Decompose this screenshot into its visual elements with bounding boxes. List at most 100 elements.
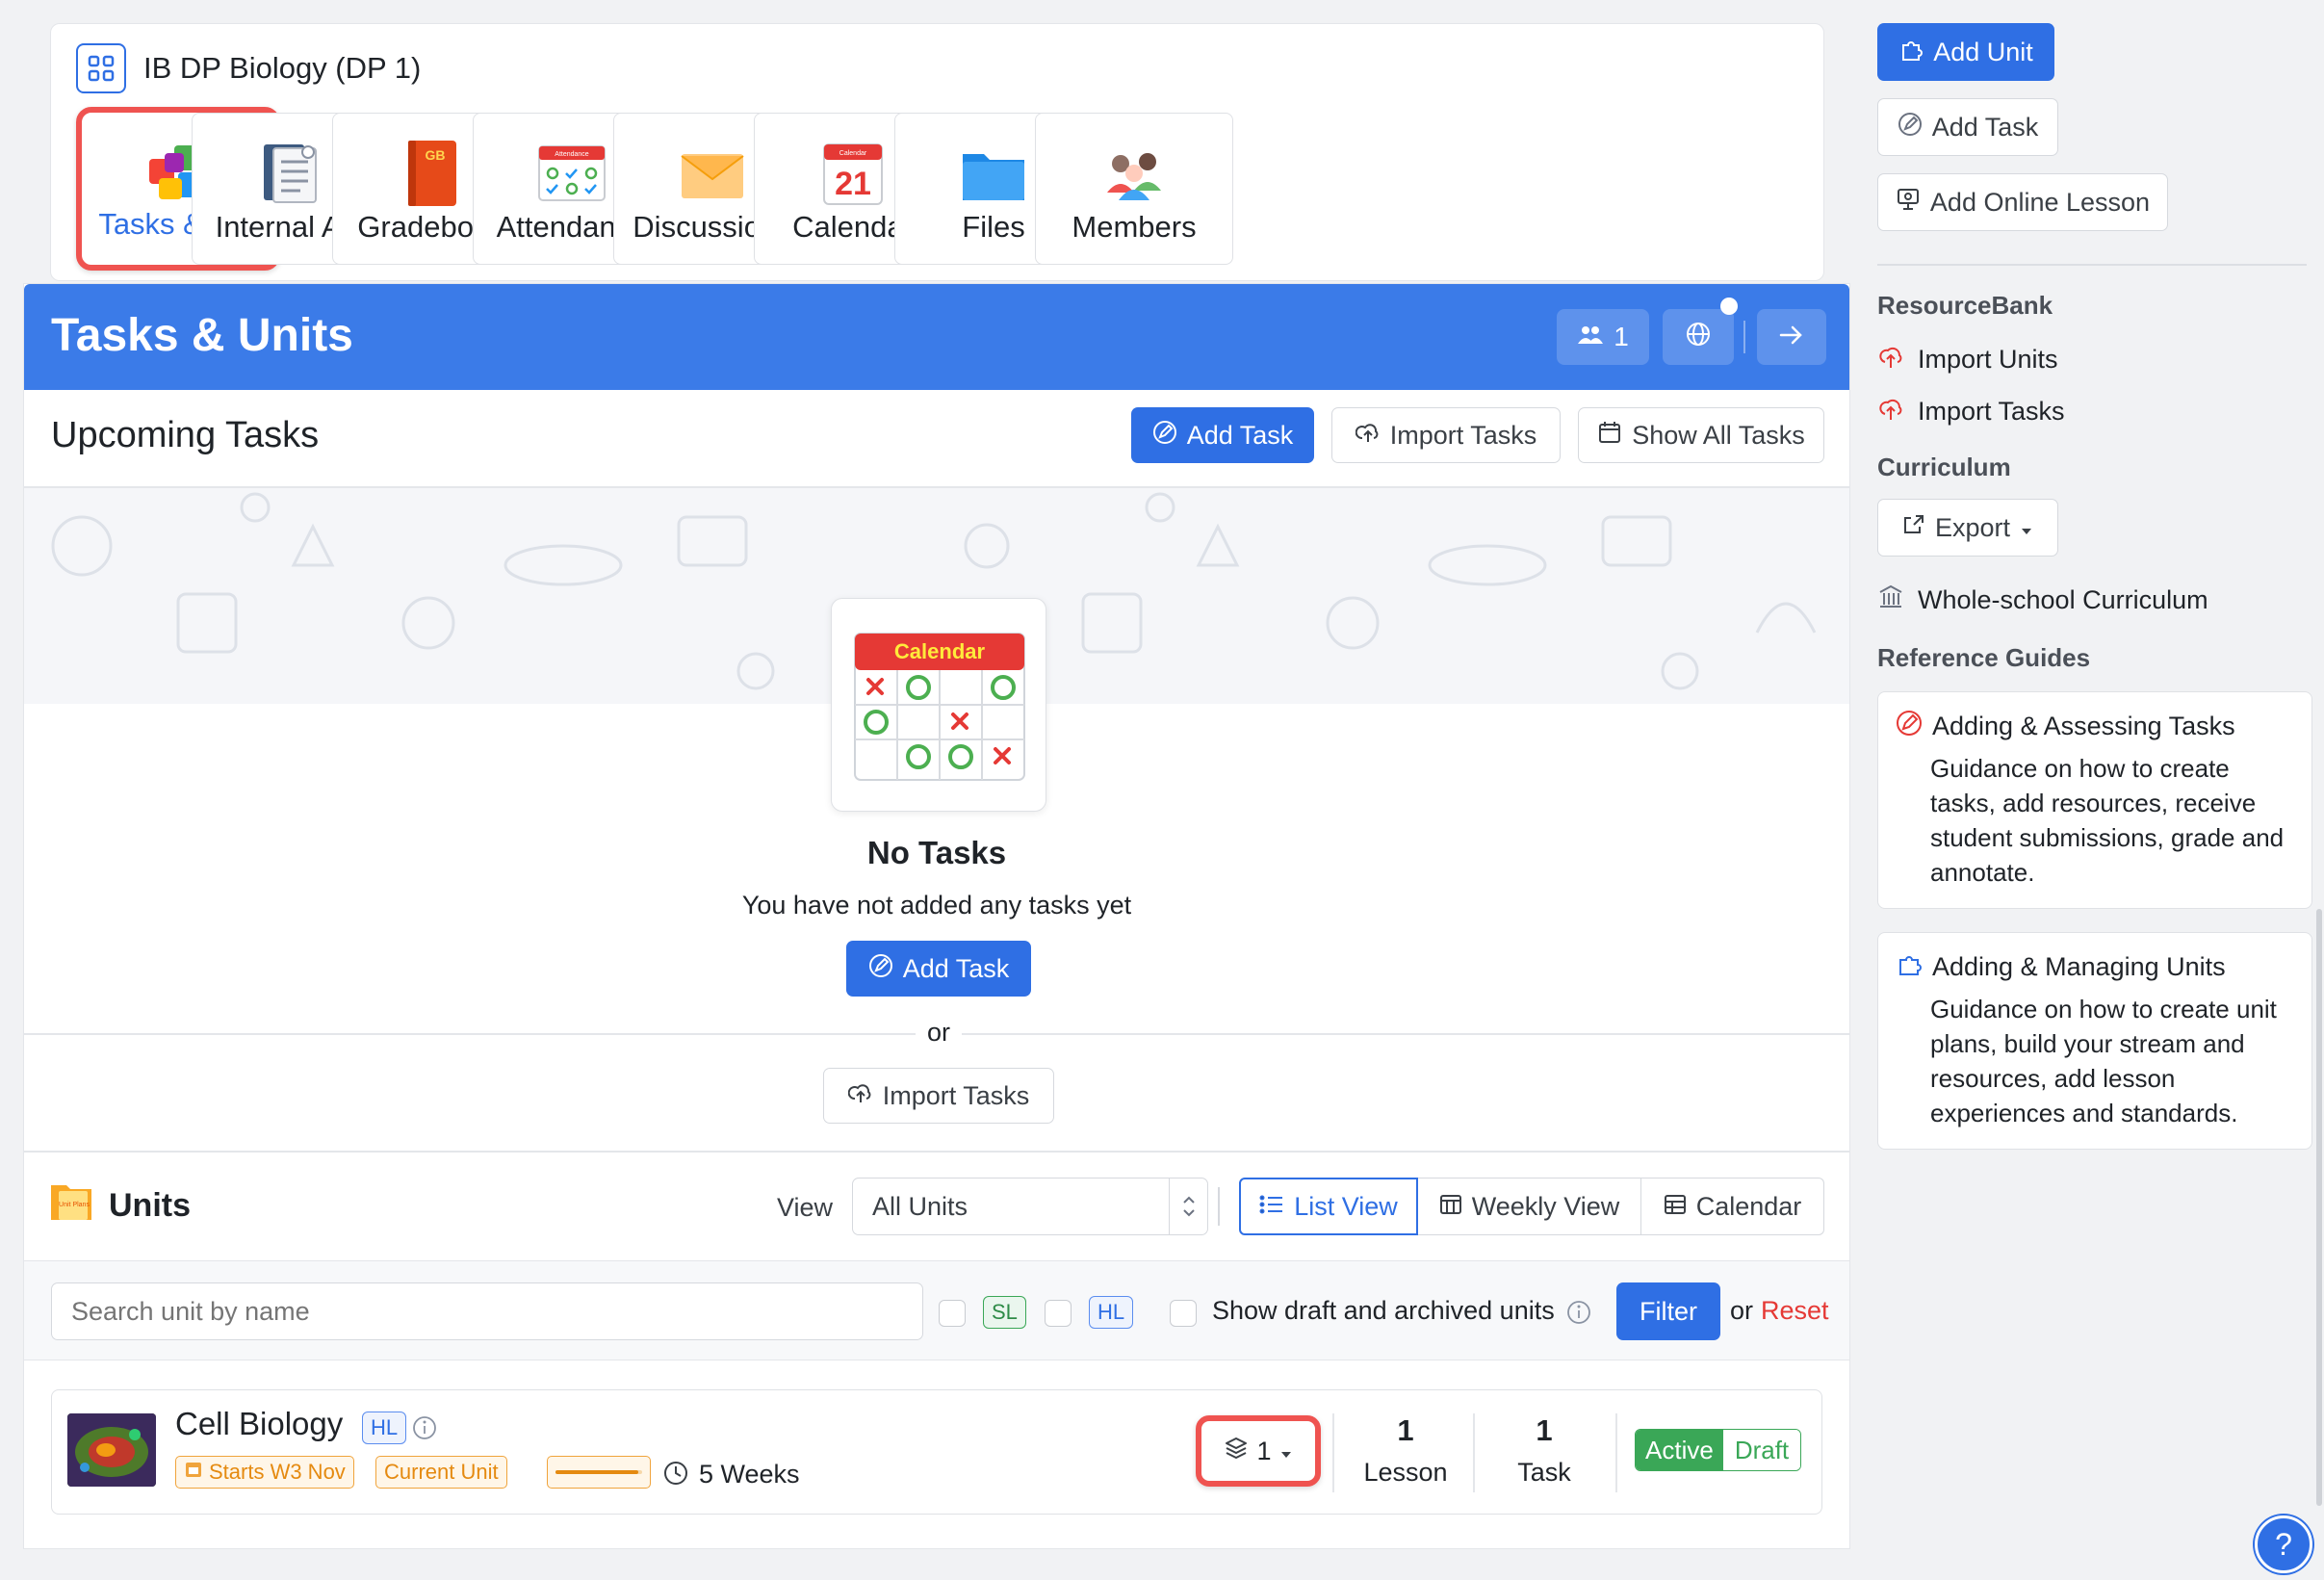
sl-checkbox[interactable] <box>939 1300 966 1327</box>
presentation-icon <box>1896 187 1921 219</box>
info-icon[interactable] <box>1566 1300 1591 1330</box>
clock-icon <box>662 1460 689 1491</box>
import-tasks-button[interactable]: Import Tasks <box>1331 407 1561 463</box>
state-draft[interactable]: Draft <box>1722 1430 1801 1470</box>
empty-calendar-icon: Calendar <box>854 633 1025 781</box>
tasks-label: Task <box>1517 1458 1571 1487</box>
guide-description: Guidance on how to create tasks, add res… <box>1930 754 2285 887</box>
export-dropdown[interactable]: Export <box>1877 499 2058 557</box>
puzzle-outline-icon <box>1896 950 1923 984</box>
stat-divider <box>1332 1413 1334 1492</box>
banner-divider <box>1743 321 1745 353</box>
expand-button[interactable] <box>1757 309 1826 365</box>
view-divider <box>1218 1187 1220 1226</box>
empty-add-task-button[interactable]: Add Task <box>846 941 1031 997</box>
lessons-stat[interactable]: 1 Lesson <box>1338 1413 1473 1488</box>
unit-name[interactable]: Cell Biology <box>175 1406 343 1442</box>
unit-progress-fill <box>555 1470 638 1474</box>
cloud-upload-icon <box>1877 343 1904 376</box>
calendar-view-button[interactable]: Calendar <box>1641 1178 1824 1235</box>
guide-title: Adding & Assessing Tasks <box>1932 712 2235 740</box>
import-units-link[interactable]: Import Units <box>1877 343 2058 376</box>
globe-button[interactable] <box>1663 309 1734 365</box>
layers-icon <box>1224 1436 1249 1467</box>
globe-icon <box>1685 321 1712 354</box>
show-draft-label: Show draft and archived units <box>1212 1296 1555 1325</box>
members-button[interactable]: 1 <box>1557 309 1649 365</box>
calendar-icon: Calendar 21 <box>823 143 883 205</box>
unit-row[interactable]: Cell Biology HL Starts W3 Nov Current Un… <box>51 1389 1822 1515</box>
hl-tag: HL <box>1089 1296 1134 1329</box>
gradebook-badge: GB <box>426 147 446 163</box>
upcoming-tasks-title: Upcoming Tasks <box>51 415 320 455</box>
scrollbar[interactable] <box>2316 909 2322 1506</box>
unit-layers-button[interactable]: 1 <box>1196 1415 1321 1487</box>
cloud-upload-icon <box>1877 395 1904 428</box>
attendance-badge: Attendance <box>555 151 589 158</box>
search-unit-input[interactable] <box>51 1282 923 1340</box>
import-tasks-label: Import Tasks <box>1918 397 2065 426</box>
state-active[interactable]: Active <box>1636 1430 1723 1470</box>
show-all-tasks-button[interactable]: Show All Tasks <box>1578 407 1824 463</box>
or-text: or <box>1730 1296 1754 1325</box>
import-tasks-label: Import Tasks <box>1389 420 1537 450</box>
units-view-select[interactable]: All Units <box>852 1178 1208 1235</box>
import-tasks-link[interactable]: Import Tasks <box>1877 395 2065 428</box>
empty-import-tasks-button[interactable]: Import Tasks <box>823 1068 1054 1124</box>
calendar-outline-icon <box>1597 420 1622 452</box>
unit-status-chip: Current Unit <box>375 1456 507 1489</box>
empty-calendar-card: Calendar <box>831 598 1046 812</box>
unit-progress-track <box>555 1470 642 1474</box>
pencil-circle-icon <box>868 953 893 985</box>
pencil-circle-icon <box>1898 112 1923 143</box>
tasks-stat[interactable]: 1 Task <box>1477 1413 1612 1488</box>
units-title: Units <box>109 1187 191 1224</box>
unit-start-chip: Starts W3 Nov <box>175 1456 354 1489</box>
calendar-view-label: Calendar <box>1695 1191 1802 1221</box>
whole-school-curriculum-link[interactable]: Whole-school Curriculum <box>1877 583 2208 617</box>
list-view-button[interactable]: List View <box>1239 1178 1418 1235</box>
resourcebank-heading: ResourceBank <box>1877 291 2053 320</box>
add-unit-button[interactable]: Add Unit <box>1877 23 2054 81</box>
building-icon <box>1877 583 1904 617</box>
arrow-right-icon <box>1779 322 1804 352</box>
unit-state-toggle[interactable]: Active Draft <box>1635 1429 1802 1471</box>
folder-icon <box>963 154 1024 200</box>
weekly-view-button[interactable]: Weekly View <box>1418 1178 1641 1235</box>
filter-button[interactable]: Filter <box>1616 1282 1720 1340</box>
add-online-lesson-button[interactable]: Add Online Lesson <box>1877 173 2168 231</box>
hl-checkbox[interactable] <box>1045 1300 1072 1327</box>
show-draft-checkbox[interactable] <box>1170 1300 1197 1327</box>
people-icon <box>1577 322 1604 352</box>
empty-import-tasks-label: Import Tasks <box>882 1080 1030 1110</box>
unit-plans-icon: Unit Plans <box>51 1185 91 1220</box>
calendar-table-icon <box>1664 1192 1687 1222</box>
sl-tag: SL <box>983 1296 1026 1329</box>
help-button[interactable]: ? <box>2255 1515 2312 1573</box>
export-icon <box>1902 513 1925 543</box>
unit-progress <box>547 1456 651 1489</box>
course-card: IB DP Biology (DP 1) Tasks & U... Intern… <box>50 23 1824 281</box>
empty-subtitle: You have not added any tasks yet <box>741 891 1132 920</box>
tool-members[interactable]: Members <box>1035 113 1233 265</box>
info-icon[interactable] <box>412 1415 437 1445</box>
panel-title: Tasks & Units <box>51 310 353 361</box>
unit-level-tag: HL <box>362 1412 407 1444</box>
empty-calendar-label: Calendar <box>894 639 986 663</box>
view-label: View <box>777 1193 834 1222</box>
empty-add-task-label: Add Task <box>902 953 1010 983</box>
select-arrows-icon <box>1169 1179 1207 1234</box>
units-filter-row: SL HL Show draft and archived units Filt… <box>24 1260 1849 1360</box>
add-task-button[interactable]: Add Task <box>1131 407 1314 463</box>
sidebar-divider <box>1877 264 2307 266</box>
grid-icon[interactable] <box>76 43 126 93</box>
guide-description: Guidance on how to create unit plans, bu… <box>1930 995 2277 1127</box>
sidebar-add-task-button[interactable]: Add Task <box>1877 98 2058 156</box>
unit-start-label: Starts W3 Nov <box>209 1460 346 1484</box>
tool-label: Members <box>1072 210 1197 244</box>
guide-card[interactable]: Adding & Managing Units Guidance on how … <box>1877 932 2312 1150</box>
right-sidebar: Add Unit Add Task Add Online Lesson Reso… <box>1877 0 2320 1580</box>
reset-link[interactable]: Reset <box>1761 1296 1829 1326</box>
list-view-label: List View <box>1294 1191 1398 1221</box>
guide-card[interactable]: Adding & Assessing Tasks Guidance on how… <box>1877 691 2312 909</box>
